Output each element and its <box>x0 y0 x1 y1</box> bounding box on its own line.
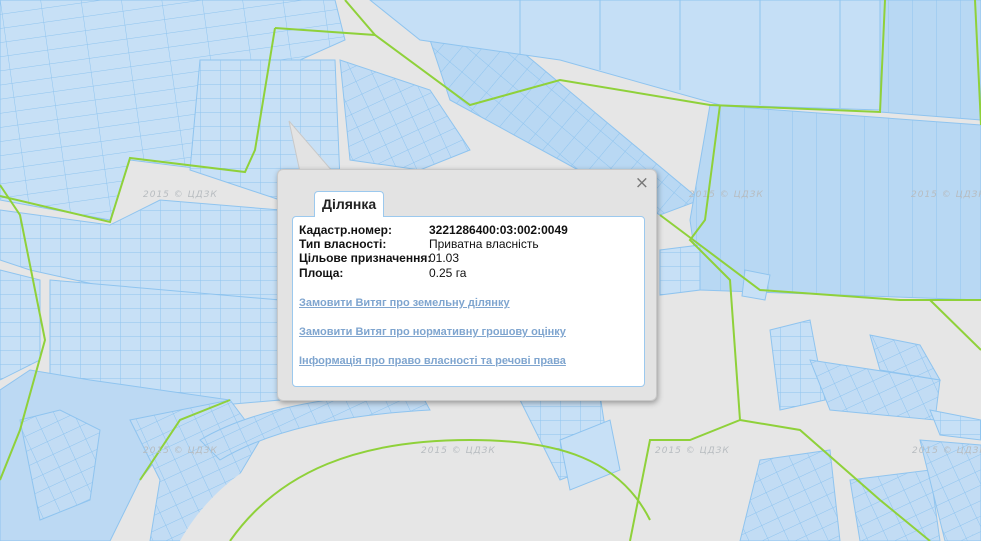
ownership-rights-info-link[interactable]: Інформація про право власності та речові… <box>299 355 566 367</box>
parcel-details-panel: Кадастр.номер: 3221286400:03:002:0049 Ти… <box>292 216 645 387</box>
field-label: Цільове призначення: <box>299 251 432 265</box>
field-value: 0.25 га <box>429 266 467 280</box>
field-value: 01.03 <box>429 251 460 265</box>
field-value: Приватна власність <box>429 237 539 251</box>
watermark: 2015 © ЦДЗК <box>655 446 730 456</box>
field-label: Площа: <box>299 266 344 280</box>
watermark: 2015 © ЦДЗК <box>912 446 981 456</box>
order-valuation-extract-link[interactable]: Замовити Витяг про нормативну грошову оц… <box>299 326 566 338</box>
watermark: 2015 © ЦДЗК <box>421 446 496 456</box>
close-icon[interactable]: × <box>635 173 649 193</box>
parcel-info-popup: × Ділянка Кадастр.номер: 3221286400:03:0… <box>277 169 657 401</box>
watermark: 2015 © ЦДЗК <box>143 190 218 200</box>
watermark: 2015 © ЦДЗК <box>911 190 981 200</box>
field-value: 3221286400:03:002:0049 <box>429 223 568 237</box>
field-label: Тип власності: <box>299 237 387 251</box>
tab-parcel[interactable]: Ділянка <box>314 191 385 217</box>
order-land-extract-link[interactable]: Замовити Витяг про земельну ділянку <box>299 297 510 309</box>
field-label: Кадастр.номер: <box>299 223 392 237</box>
watermark: 2015 © ЦДЗК <box>143 446 218 456</box>
watermark: 2015 © ЦДЗК <box>689 190 764 200</box>
